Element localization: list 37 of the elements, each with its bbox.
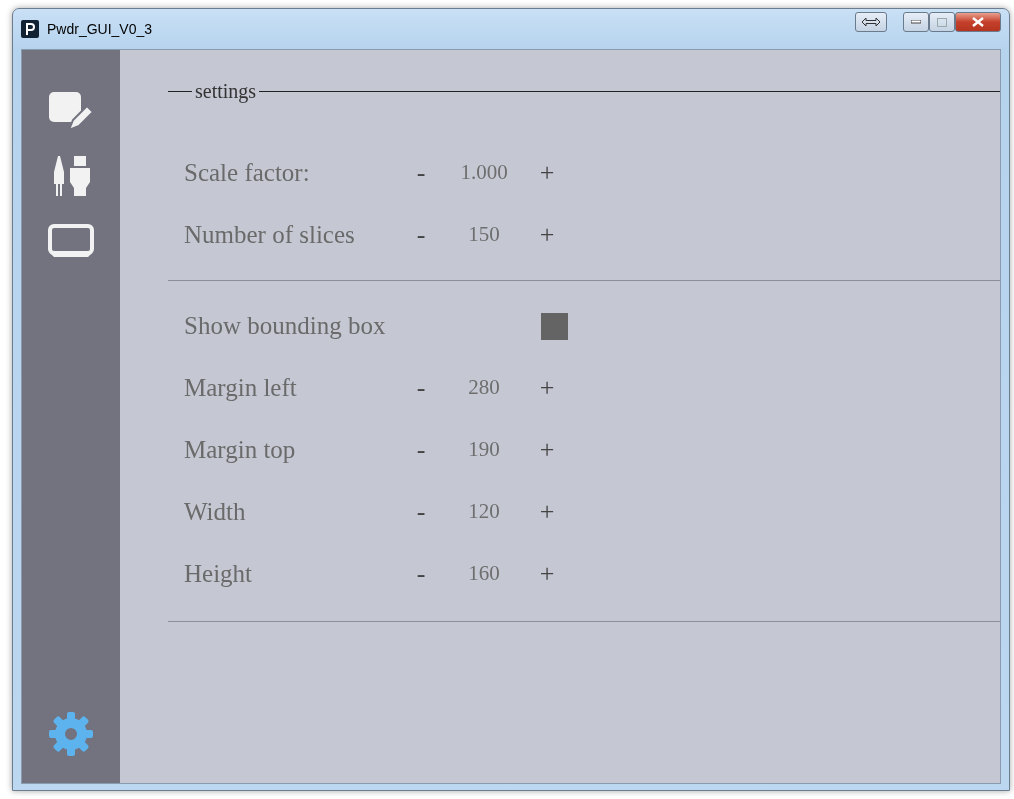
minimize-icon (911, 20, 921, 24)
increment-button[interactable]: + (534, 375, 560, 401)
maximize-button[interactable] (929, 12, 955, 32)
setting-label: Margin top (184, 435, 297, 466)
decrement-button[interactable]: - (408, 375, 434, 401)
increment-button[interactable]: + (534, 499, 560, 525)
double-arrow-icon (861, 17, 881, 27)
value-display: 160 (467, 560, 501, 588)
setting-label: Number of slices (184, 220, 356, 251)
close-icon (972, 17, 984, 27)
increment-button[interactable]: + (534, 561, 560, 587)
value-display: 150 (467, 221, 501, 249)
setting-label: Height (184, 559, 254, 590)
checkbox[interactable] (541, 312, 568, 340)
close-button[interactable] (955, 12, 1001, 32)
decrement-button[interactable]: - (408, 561, 434, 587)
resize-button[interactable] (855, 12, 887, 32)
decrement-button[interactable]: - (408, 222, 434, 248)
increment-button[interactable]: + (534, 222, 560, 248)
value-display: 280 (467, 374, 501, 402)
decrement-button[interactable]: - (408, 499, 434, 525)
minimize-button[interactable] (903, 12, 929, 32)
window-title: Pwdr_GUI_V0_3 (47, 19, 153, 39)
setting-label: Show bounding box (184, 311, 387, 342)
increment-button[interactable]: + (534, 437, 560, 463)
setting-label: Margin left (184, 373, 298, 404)
increment-button[interactable]: + (534, 160, 560, 186)
app-icon (21, 20, 39, 38)
maximize-icon (937, 17, 947, 27)
value-display: 120 (467, 498, 501, 526)
setting-label: Scale factor: (184, 158, 311, 189)
section-title: settings (194, 79, 258, 105)
setting-label: Width (184, 497, 247, 528)
decrement-button[interactable]: - (408, 437, 434, 463)
value-display: 1.000 (459, 159, 509, 187)
value-display: 190 (467, 436, 501, 464)
decrement-button[interactable]: - (408, 160, 434, 186)
